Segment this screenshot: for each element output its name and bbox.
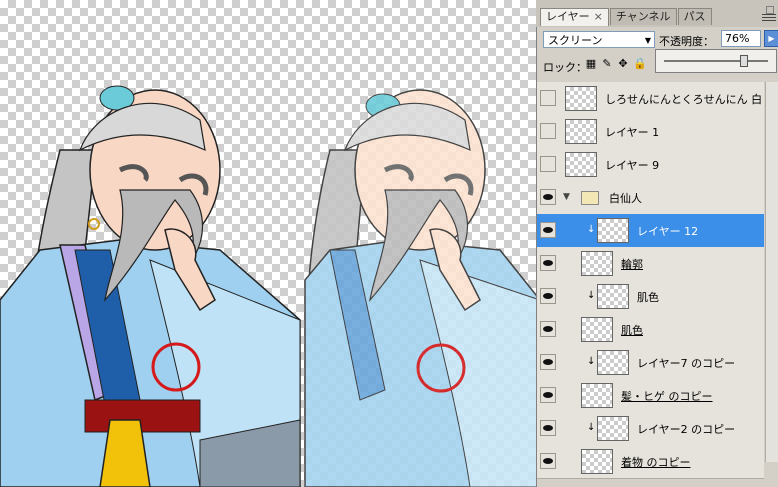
layer-thumbnail[interactable] <box>581 383 613 408</box>
layer-thumbnail[interactable] <box>597 416 629 441</box>
tab-close-icon[interactable]: × <box>594 10 603 23</box>
eye-icon[interactable] <box>540 321 556 337</box>
folder-icon <box>581 191 599 205</box>
layer-row[interactable]: 髪・ヒゲ のコピー <box>537 379 764 413</box>
layer-name: 髪・ヒゲ のコピー <box>621 390 713 403</box>
layer-row[interactable]: 輪郭 <box>537 247 764 281</box>
layer-row[interactable]: しろせんにんとくろせんにん 白 <box>537 82 764 116</box>
blend-mode-value: スクリーン <box>548 34 603 47</box>
lock-label: ロック： <box>543 61 587 74</box>
layer-name: しろせんにんとくろせんにん 白 <box>605 93 763 106</box>
layer-row[interactable]: ↓ 肌色 <box>537 280 764 314</box>
panel-tabs: レイヤー × チャンネル パス <box>540 8 713 26</box>
layer-row[interactable]: 肌色 <box>537 313 764 347</box>
eye-icon[interactable] <box>540 387 556 403</box>
layer-name: レイヤー 12 <box>637 225 699 238</box>
eye-icon[interactable] <box>540 288 556 304</box>
layer-list-scrollbar[interactable] <box>765 82 778 462</box>
eye-icon[interactable] <box>540 189 556 205</box>
blend-mode-select[interactable]: スクリーン ▼ <box>543 31 655 48</box>
clip-arrow-icon: ↓ <box>587 356 596 367</box>
layer-row[interactable]: レイヤー 1 <box>537 115 764 149</box>
clip-arrow-icon: ↓ <box>587 422 596 433</box>
lock-brush-icon[interactable]: ✎ <box>601 58 613 70</box>
layer-row[interactable]: レイヤー 9 <box>537 148 764 182</box>
dropdown-arrow-icon: ▼ <box>644 36 651 45</box>
tab-channels[interactable]: チャンネル <box>609 8 677 25</box>
lock-transparency-icon[interactable]: ▦ <box>585 58 597 70</box>
layer-name: 着物 のコピー <box>621 456 691 469</box>
lock-all-icon[interactable]: 🔒 <box>633 58 647 70</box>
tab-layers[interactable]: レイヤー × <box>540 8 609 26</box>
eye-icon[interactable] <box>540 453 556 469</box>
opacity-input[interactable]: 76% <box>721 30 761 47</box>
lock-icons: ▦ ✎ ✥ 🔒 <box>585 58 647 70</box>
opacity-popup-button[interactable]: ▶ <box>764 30 778 47</box>
layer-thumbnail[interactable] <box>565 152 597 177</box>
layer-row[interactable]: ↓ レイヤー2 のコピー <box>537 412 764 446</box>
layer-name: レイヤー 1 <box>605 126 660 139</box>
lock-move-icon[interactable]: ✥ <box>617 58 629 70</box>
layer-thumbnail[interactable] <box>581 449 613 474</box>
eye-icon[interactable] <box>540 222 556 238</box>
eye-icon[interactable] <box>540 255 556 271</box>
panel-title-area: レイヤー × チャンネル パス <box>536 0 778 27</box>
eye-icon[interactable] <box>540 123 556 139</box>
layer-thumbnail[interactable] <box>597 284 629 309</box>
left-character <box>0 85 301 487</box>
layer-name: 肌色 <box>637 291 659 304</box>
layer-row[interactable]: 着物 のコピー <box>537 445 764 479</box>
eye-icon[interactable] <box>540 354 556 370</box>
layer-thumbnail[interactable] <box>597 218 629 243</box>
eye-icon[interactable] <box>540 420 556 436</box>
layer-thumbnail[interactable] <box>581 251 613 276</box>
right-character <box>304 89 540 487</box>
layer-name: 肌色 <box>621 324 643 337</box>
document-canvas[interactable] <box>0 0 540 487</box>
expand-triangle-icon[interactable]: ▼ <box>563 192 570 202</box>
layer-name: レイヤー 9 <box>605 159 660 172</box>
layer-thumbnail[interactable] <box>581 317 613 342</box>
layer-thumbnail[interactable] <box>565 119 597 144</box>
tab-paths[interactable]: パス <box>677 8 712 25</box>
layers-panel: スクリーン ▼ 不透明度： 76% ▶ ロック： ▦ ✎ ✥ 🔒 しろせんにんと… <box>536 14 778 487</box>
opacity-slider-popup <box>655 49 777 73</box>
layer-name: 輪郭 <box>621 258 643 271</box>
layer-thumbnail[interactable] <box>565 86 597 111</box>
tab-layers-label: レイヤー <box>546 10 590 23</box>
clip-arrow-icon: ↓ <box>587 224 596 235</box>
opacity-label: 不透明度： <box>659 35 714 48</box>
eye-icon[interactable] <box>540 156 556 172</box>
layer-row[interactable]: ▼ 白仙人 <box>537 181 764 215</box>
layer-name: レイヤー7 のコピー <box>637 357 736 370</box>
layer-name: 白仙人 <box>609 192 642 205</box>
panel-menu-icon[interactable] <box>762 12 776 22</box>
layer-row[interactable]: ↓ レイヤー 12 <box>537 214 764 248</box>
opacity-slider-thumb[interactable] <box>740 55 749 67</box>
illustration <box>0 85 540 487</box>
layer-thumbnail[interactable] <box>597 350 629 375</box>
layer-row[interactable]: ↓ レイヤー7 のコピー <box>537 346 764 380</box>
layer-name: レイヤー2 のコピー <box>637 423 736 436</box>
clip-arrow-icon: ↓ <box>587 290 596 301</box>
opacity-slider-track[interactable] <box>664 60 768 62</box>
eye-icon[interactable] <box>540 90 556 106</box>
